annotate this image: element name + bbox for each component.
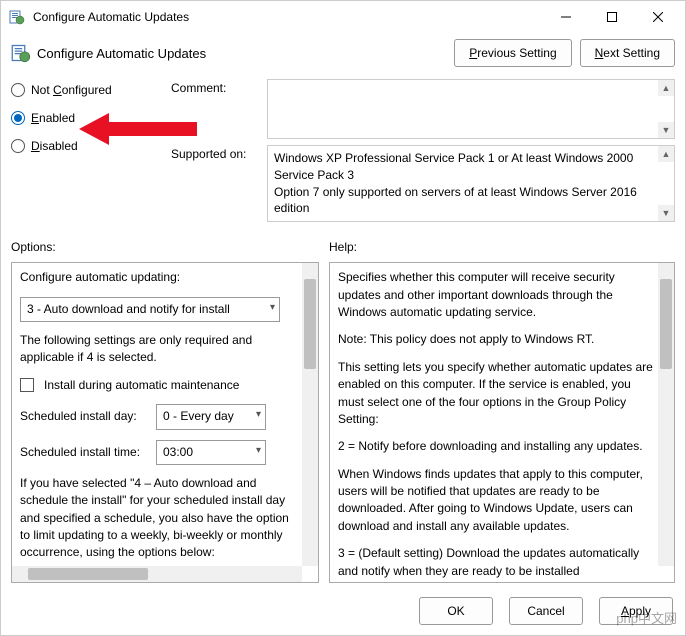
panels: Configure automatic updating: 3 - Auto d… [1,258,685,587]
radio-disabled[interactable]: Disabled [11,139,171,153]
install-maintenance-row[interactable]: Install during automatic maintenance [20,377,300,394]
window-root: Configure Automatic Updates Configure Au… [0,0,686,636]
help-panel: Specifies whether this computer will rec… [329,262,675,583]
help-paragraph: This setting lets you specify whether au… [338,359,656,429]
section-labels: Options: Help: [1,222,685,258]
help-paragraph: 3 = (Default setting) Download the updat… [338,545,656,580]
previous-setting-button[interactable]: Previous Setting [454,39,571,67]
supported-on-label: Supported on: [171,145,261,161]
footer: OK Cancel Apply [1,587,685,635]
next-setting-button[interactable]: Next Setting [580,39,675,67]
comment-column: Comment: ▲ ▼ Supported on: Windows XP Pr… [171,79,675,222]
supported-on-text: Windows XP Professional Service Pack 1 o… [267,145,675,222]
state-radio-group: Not Configured Enabled Disabled [11,79,171,222]
radio-not-configured[interactable]: Not Configured [11,83,171,97]
install-maintenance-checkbox[interactable] [20,378,34,392]
header-row: Configure Automatic Updates Previous Set… [1,33,685,73]
install-maintenance-label: Install during automatic maintenance [44,377,239,394]
radio-label: Disabled [31,139,78,153]
close-button[interactable] [635,1,681,33]
options-scrollbar-vertical[interactable] [302,263,318,566]
help-paragraph: 2 = Notify before downloading and instal… [338,438,656,455]
minimize-button[interactable] [543,1,589,33]
radio-icon [11,139,25,153]
help-paragraph: When Windows finds updates that apply to… [338,466,656,536]
options-heading: Configure automatic updating: [20,269,300,286]
radio-label: Enabled [31,111,75,125]
radio-enabled[interactable]: Enabled [11,111,171,125]
radio-label: Not Configured [31,83,112,97]
sched-time-dropdown[interactable]: 03:00 [156,440,266,465]
sched-day-label: Scheduled install day: [20,408,150,425]
help-scrollbar-vertical[interactable] [658,263,674,566]
scroll-up-icon[interactable]: ▲ [658,146,674,162]
policy-icon [9,9,25,25]
radio-icon [11,83,25,97]
options-note-text: If you have selected "4 – Auto download … [20,475,300,562]
help-paragraph: Specifies whether this computer will rec… [338,269,656,321]
policy-icon [11,43,31,63]
page-title: Configure Automatic Updates [37,46,206,61]
maximize-button[interactable] [589,1,635,33]
options-required-note: The following settings are only required… [20,332,300,367]
comment-label: Comment: [171,79,261,95]
options-label: Options: [11,240,329,254]
radio-icon [11,111,25,125]
update-mode-dropdown[interactable]: 3 - Auto download and notify for install [20,297,280,322]
sched-day-dropdown[interactable]: 0 - Every day [156,404,266,429]
apply-button[interactable]: Apply [599,597,673,625]
options-scrollbar-horizontal[interactable] [12,566,302,582]
scroll-up-icon[interactable]: ▲ [658,80,674,96]
sched-time-label: Scheduled install time: [20,444,150,461]
options-panel: Configure automatic updating: 3 - Auto d… [11,262,319,583]
cancel-button[interactable]: Cancel [509,597,583,625]
scroll-down-icon[interactable]: ▼ [658,205,674,221]
comment-textarea[interactable]: ▲ ▼ [267,79,675,139]
help-label: Help: [329,240,357,254]
supported-on-value: Windows XP Professional Service Pack 1 o… [274,150,668,217]
config-row: Not Configured Enabled Disabled Comment:… [1,73,685,222]
scroll-down-icon[interactable]: ▼ [658,122,674,138]
window-title: Configure Automatic Updates [33,10,543,24]
ok-button[interactable]: OK [419,597,493,625]
titlebar: Configure Automatic Updates [1,1,685,33]
help-paragraph: Note: This policy does not apply to Wind… [338,331,656,348]
